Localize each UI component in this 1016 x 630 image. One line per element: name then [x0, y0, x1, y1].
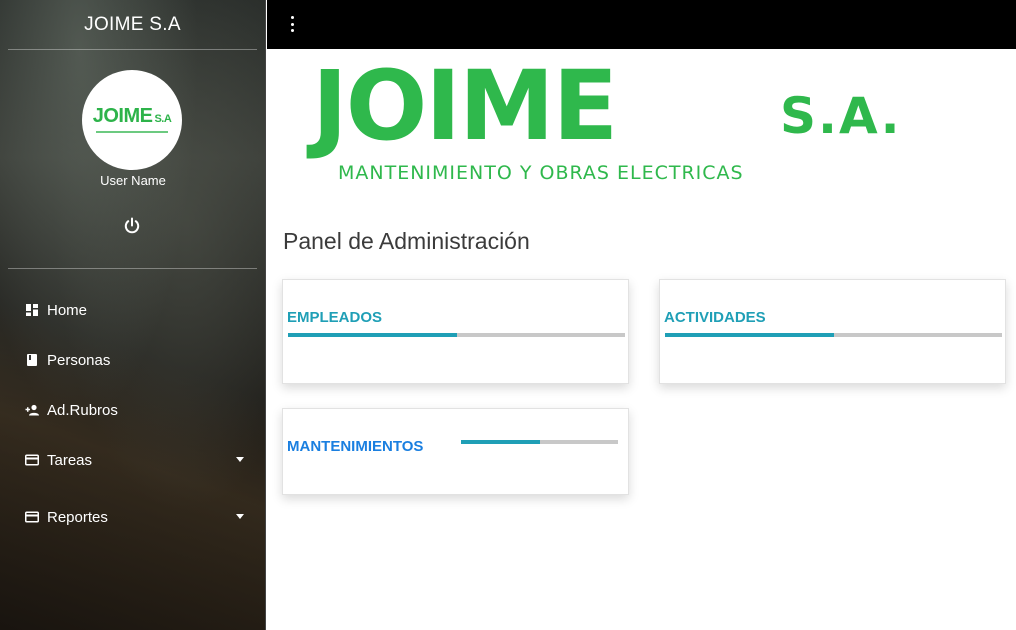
sidebar-item-home[interactable]: Home	[0, 290, 266, 330]
sidebar-divider	[8, 49, 257, 50]
sidebar-item-ad-rubros[interactable]: Ad.Rubros	[0, 390, 266, 430]
add-user-icon	[25, 404, 39, 416]
card-actividades[interactable]: ACTIVIDADES	[659, 279, 1006, 384]
dashboard-icon	[26, 304, 38, 316]
banner-logo-main: JOIME	[312, 50, 618, 162]
chevron-down-icon[interactable]	[236, 514, 244, 519]
chevron-down-icon[interactable]	[236, 457, 244, 462]
avatar-logo-main: JOIME	[92, 105, 153, 127]
card-title: ACTIVIDADES	[664, 309, 766, 326]
sidebar-item-reportes[interactable]: Reportes	[0, 497, 266, 537]
progress-bar	[665, 333, 1002, 337]
card-title: MANTENIMIENTOS	[287, 438, 424, 455]
progress-bar	[461, 440, 618, 444]
progress-bar	[288, 333, 625, 337]
card-mantenimientos[interactable]: MANTENIMIENTOS	[282, 408, 629, 495]
page-title: Panel de Administración	[283, 228, 530, 254]
kebab-menu-icon[interactable]	[287, 15, 297, 33]
sidebar-item-label: Reportes	[47, 508, 108, 526]
sidebar-item-label: Ad.Rubros	[47, 401, 118, 419]
avatar-logo-underline	[96, 131, 168, 133]
banner-logo-suffix: S.A.	[780, 87, 902, 145]
power-icon[interactable]	[122, 216, 142, 236]
avatar[interactable]: JOIME S.A	[82, 70, 182, 170]
sidebar-item-label: Home	[47, 301, 88, 319]
top-navbar	[267, 0, 1016, 49]
company-logo-banner: JOIME S.A. MANTENIMIENTO Y OBRAS ELECTRI…	[312, 58, 957, 193]
progress-bar-fill	[461, 440, 540, 444]
card-empleados[interactable]: EMPLEADOS	[282, 279, 629, 384]
sidebar-divider	[8, 268, 257, 269]
credit-card-icon	[25, 454, 39, 466]
sidebar-item-label: Tareas	[47, 451, 93, 469]
sidebar-brand-title[interactable]: JOIME S.A	[0, 0, 265, 49]
sidebar: JOIME S.A JOIME S.A User Name Home Person…	[0, 0, 266, 630]
credit-card-icon	[25, 511, 39, 523]
avatar-logo: JOIME S.A	[92, 105, 172, 128]
avatar-logo-suffix: S.A	[154, 113, 172, 125]
progress-bar-fill	[288, 333, 457, 337]
sidebar-item-label: Personas	[47, 351, 111, 369]
book-icon	[27, 354, 37, 366]
user-name: User Name	[100, 173, 166, 188]
progress-bar-fill	[665, 333, 834, 337]
banner-subtitle: MANTENIMIENTO Y OBRAS ELECTRICAS	[338, 162, 744, 184]
sidebar-item-personas[interactable]: Personas	[0, 340, 266, 380]
sidebar-item-tareas[interactable]: Tareas	[0, 440, 266, 480]
card-title: EMPLEADOS	[287, 309, 383, 326]
